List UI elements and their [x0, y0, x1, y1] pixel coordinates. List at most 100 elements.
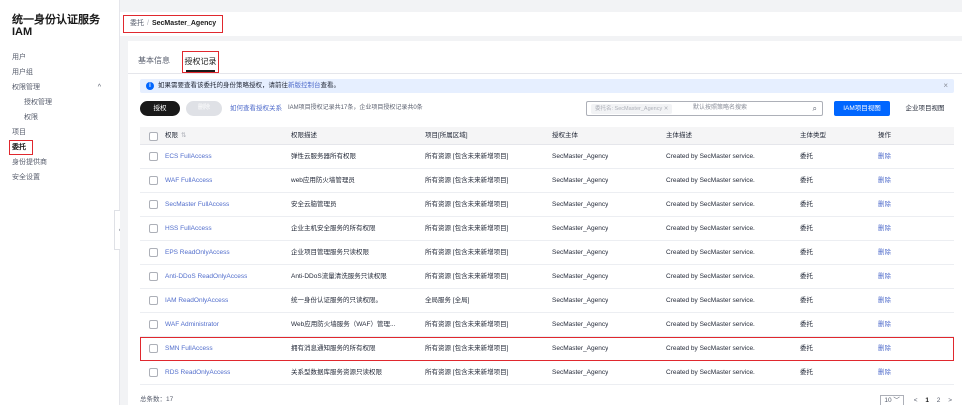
row-checkbox[interactable]: [149, 296, 158, 305]
filter-chip[interactable]: 委托名: SecMaster_Agency ✕: [591, 104, 673, 114]
next-page-button[interactable]: >: [948, 397, 952, 404]
col-policy[interactable]: 权限 ⇅: [165, 127, 186, 145]
breadcrumb-separator: /: [147, 20, 149, 27]
page-2-button[interactable]: 2: [937, 397, 941, 404]
row-checkbox[interactable]: [149, 320, 158, 329]
notice-banner: i 如果需要查看该委托的身份策略授权，请前往新版控制台查看。 ×: [140, 79, 954, 93]
policy-link[interactable]: Anti-DDoS ReadOnlyAccess: [165, 265, 247, 288]
info-icon: i: [146, 82, 154, 90]
policy-description: Anti-DDoS流量清洗服务只读权限: [291, 273, 387, 280]
prev-page-button[interactable]: <: [914, 397, 918, 404]
principal-description: Created by SecMaster service.: [666, 369, 755, 376]
row-checkbox[interactable]: [149, 152, 158, 161]
delete-link[interactable]: 删除: [878, 193, 891, 216]
select-all-checkbox[interactable]: [149, 132, 158, 141]
notice-text-end: 查看。: [320, 82, 341, 89]
policy-description: web应用防火墙管理员: [291, 177, 355, 184]
delete-button[interactable]: 删除: [186, 101, 222, 116]
sidebar-item[interactable]: 用户组: [0, 65, 119, 80]
delete-link[interactable]: 删除: [878, 361, 891, 384]
principal-name: SecMaster_Agency: [552, 297, 609, 304]
grant-button[interactable]: 授权: [140, 101, 180, 116]
principal-name: SecMaster_Agency: [552, 345, 609, 352]
policy-description: 拥有消息通知服务的所有权限: [291, 345, 376, 352]
row-checkbox[interactable]: [149, 224, 158, 233]
policy-link[interactable]: IAM ReadOnlyAccess: [165, 289, 228, 312]
delete-link[interactable]: 删除: [878, 145, 891, 168]
tab-basic-info[interactable]: 基本信息: [138, 51, 170, 73]
total-count: 总条数：17: [140, 396, 174, 403]
enterprise-project-view-button[interactable]: 企业项目视图: [896, 101, 954, 116]
project-region: 全局服务 [全局]: [425, 297, 470, 304]
row-checkbox[interactable]: [149, 176, 158, 185]
policy-description: 统一身份认证服务的只读权限。: [291, 297, 382, 304]
delete-link[interactable]: 删除: [878, 313, 891, 336]
content-panel: 基本信息 授权记录 i 如果需要查看该委托的身份策略授权，请前往新版控制台查看。…: [128, 41, 962, 405]
sidebar-item-label: 身份提供商: [12, 159, 47, 166]
delete-link[interactable]: 删除: [878, 169, 891, 192]
sidebar-item[interactable]: 权限管理 ^: [0, 80, 119, 95]
policy-description: 弹性云服务器所有权限: [291, 153, 356, 160]
table-row: RDS ReadOnlyAccess 关系型数据库服务资源只读权限 所有资源 [包含…: [140, 361, 954, 385]
delete-link[interactable]: 删除: [878, 241, 891, 264]
breadcrumb-parent-link[interactable]: 委托: [130, 20, 144, 27]
sidebar-item[interactable]: 授权管理: [0, 95, 119, 110]
project-region: 所有资源 [包含未来新增项目]: [425, 345, 509, 352]
page-size-select[interactable]: 10 ﹀: [880, 395, 904, 405]
sidebar-item-label: 项目: [12, 129, 26, 136]
col-principal-type: 主体类型: [800, 132, 826, 139]
sidebar-item-label: 权限管理: [12, 84, 40, 91]
principal-description: Created by SecMaster service.: [666, 321, 755, 328]
policy-link[interactable]: WAF FullAccess: [165, 169, 212, 192]
delete-link[interactable]: 删除: [878, 265, 891, 288]
delete-link[interactable]: 删除: [878, 217, 891, 240]
new-console-link[interactable]: 新版控制台: [288, 82, 321, 89]
breadcrumb: 委托 / SecMaster_Agency: [123, 15, 224, 33]
sidebar-item[interactable]: 安全设置: [0, 170, 119, 185]
principal-type: 委托: [800, 273, 813, 280]
chevron-up-icon[interactable]: ^: [98, 80, 101, 95]
sidebar-item[interactable]: 委托: [0, 140, 119, 155]
search-icon[interactable]: ⌕: [813, 102, 817, 115]
help-link[interactable]: 如何查看授权关系: [230, 101, 282, 116]
policy-link[interactable]: RDS ReadOnlyAccess: [165, 361, 230, 384]
principal-description: Created by SecMaster service.: [666, 249, 755, 256]
search-input[interactable]: 委托名: SecMaster_Agency ✕ 默认按照策略名搜索 ⌕: [586, 101, 823, 116]
toolbar: 授权 删除 如何查看授权关系 IAM项目授权记录共17条，企业项目授权记录共0条…: [140, 101, 954, 117]
table-body: ECS FullAccess 弹性云服务器所有权限 所有资源 [包含未来新增项目] S…: [140, 145, 954, 385]
close-icon[interactable]: ×: [943, 79, 948, 93]
policy-description: Web应用防火墙服务（WAF）管理...: [291, 321, 396, 328]
policy-link[interactable]: EPS ReadOnlyAccess: [165, 241, 230, 264]
sidebar-item[interactable]: 身份提供商: [0, 155, 119, 170]
sort-icon[interactable]: ⇅: [181, 132, 186, 139]
table-row: WAF Administrator Web应用防火墙服务（WAF）管理... 所有资…: [140, 313, 954, 337]
principal-description: Created by SecMaster service.: [666, 201, 755, 208]
policy-link[interactable]: SecMaster FullAccess: [165, 193, 229, 216]
row-checkbox[interactable]: [149, 200, 158, 209]
table-row: IAM ReadOnlyAccess 统一身份认证服务的只读权限。 全局服务 [全局…: [140, 289, 954, 313]
delete-link[interactable]: 删除: [878, 337, 891, 360]
sidebar-item[interactable]: 项目: [0, 125, 119, 140]
policy-description: 企业主机安全服务的所有权限: [291, 225, 376, 232]
table-row: Anti-DDoS ReadOnlyAccess Anti-DDoS流量清洗服务只…: [140, 265, 954, 289]
col-project: 项目[所属区域]: [425, 132, 468, 139]
sidebar-item[interactable]: 用户: [0, 50, 119, 65]
policy-link[interactable]: WAF Administrator: [165, 313, 219, 336]
col-description: 权限描述: [291, 132, 317, 139]
policy-link[interactable]: ECS FullAccess: [165, 145, 212, 168]
delete-link[interactable]: 删除: [878, 289, 891, 312]
policy-link[interactable]: SMN FullAccess: [165, 337, 213, 360]
page-1-button[interactable]: 1: [925, 397, 929, 404]
row-checkbox[interactable]: [149, 368, 158, 377]
principal-type: 委托: [800, 369, 813, 376]
col-policy-label: 权限: [165, 132, 178, 139]
row-checkbox[interactable]: [149, 344, 158, 353]
sidebar-item[interactable]: 权限: [0, 110, 119, 125]
table-row: SMN FullAccess 拥有消息通知服务的所有权限 所有资源 [包含未来新增项…: [140, 337, 954, 361]
policy-link[interactable]: HSS FullAccess: [165, 217, 212, 240]
row-checkbox[interactable]: [149, 248, 158, 257]
principal-type: 委托: [800, 321, 813, 328]
row-checkbox[interactable]: [149, 272, 158, 281]
table-row: EPS ReadOnlyAccess 企业项目管理服务只读权限 所有资源 [包含未来…: [140, 241, 954, 265]
iam-project-view-button[interactable]: IAM项目视图: [834, 101, 890, 116]
